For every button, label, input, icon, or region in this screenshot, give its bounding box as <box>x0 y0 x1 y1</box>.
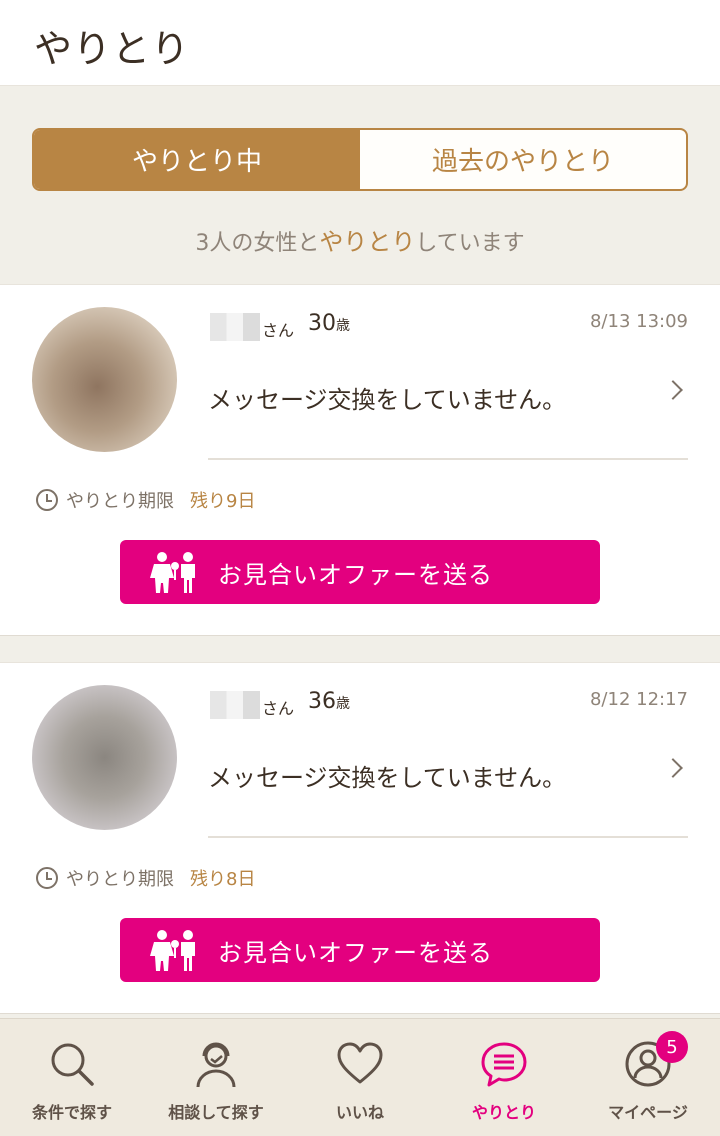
summary-suffix: しています <box>415 231 525 256</box>
nav-label: いいね <box>335 1103 384 1122</box>
conversation-tabs: やりとり中 過去のやりとり <box>32 128 688 191</box>
tab-past-conversations[interactable]: 過去のやりとり <box>360 130 686 189</box>
notification-badge: 5 <box>656 1031 688 1063</box>
app-root: やりとり やりとり中 過去のやりとり 3人の女性とやりとりしています さん 30… <box>0 0 720 1136</box>
consultant-icon <box>196 1042 236 1088</box>
summary-highlight: やりとり <box>319 228 416 256</box>
divider <box>208 458 688 460</box>
send-offer-button[interactable]: お見合いオファーを送る <box>120 540 600 604</box>
nav-item-messages[interactable]: やりとり <box>432 1019 576 1136</box>
conversation-card[interactable]: さん 36歳 8/12 12:17 メッセージ交換をしていません。 やりとり期限… <box>0 662 720 1014</box>
nav-item-likes[interactable]: いいね <box>288 1019 432 1136</box>
age-value: 30 <box>308 311 336 336</box>
remaining-days: 残り9日 <box>190 491 256 512</box>
tab-active-conversations[interactable]: やりとり中 <box>34 130 360 189</box>
deadline-row: やりとり期限 残り8日 <box>36 865 255 891</box>
couple-icon <box>150 930 195 971</box>
summary-prefix: 3人の女性と <box>195 231 320 256</box>
send-offer-button[interactable]: お見合いオファーを送る <box>120 918 600 982</box>
last-message-time: 8/13 13:09 <box>589 311 688 332</box>
clock-icon <box>36 867 58 889</box>
deadline-label: やりとり期限 <box>66 491 174 512</box>
nav-label: 相談して探す <box>168 1103 264 1122</box>
age-unit: 歳 <box>336 318 350 334</box>
deadline-row: やりとり期限 残り9日 <box>36 487 255 513</box>
message-preview[interactable]: メッセージ交換をしていません。 <box>208 377 688 417</box>
nav-item-search[interactable]: 条件で探す <box>0 1019 144 1136</box>
last-message-time: 8/12 12:17 <box>589 689 688 710</box>
remaining-days: 残り8日 <box>190 869 256 890</box>
name-suffix: さん <box>262 321 295 340</box>
divider <box>208 836 688 838</box>
nav-item-consult[interactable]: 相談して探す <box>144 1019 288 1136</box>
age-text: 30歳 <box>308 311 350 336</box>
age-text: 36歳 <box>308 689 350 714</box>
heart-icon <box>337 1042 383 1084</box>
deadline-label: やりとり期限 <box>66 869 174 890</box>
name-suffix: さん <box>262 699 295 718</box>
nav-item-mypage[interactable]: マイページ 5 <box>576 1019 720 1136</box>
send-offer-label: お見合いオファーを送る <box>218 938 493 967</box>
nav-label: 条件で探す <box>31 1103 112 1122</box>
page-title: やりとり <box>34 27 191 71</box>
age-value: 36 <box>308 689 336 714</box>
conversation-summary: 3人の女性とやりとりしています <box>0 222 720 257</box>
conversation-card[interactable]: さん 30歳 8/13 13:09 メッセージ交換をしていません。 やりとり期限… <box>0 284 720 636</box>
couple-icon <box>150 552 195 593</box>
search-icon <box>51 1043 94 1086</box>
chat-icon <box>481 1042 527 1087</box>
blurred-name <box>210 313 260 341</box>
clock-icon <box>36 489 58 511</box>
nav-label: マイページ <box>608 1103 688 1122</box>
avatar[interactable] <box>32 685 177 830</box>
send-offer-label: お見合いオファーを送る <box>218 560 493 589</box>
nav-label: やりとり <box>471 1103 536 1122</box>
blurred-name <box>210 691 260 719</box>
avatar[interactable] <box>32 307 177 452</box>
message-preview[interactable]: メッセージ交換をしていません。 <box>208 755 688 795</box>
bottom-navigation: 条件で探す 相談して探す いいね やりとり マイページ 5 <box>0 1018 720 1136</box>
age-unit: 歳 <box>336 696 350 712</box>
app-header: やりとり <box>0 0 720 86</box>
